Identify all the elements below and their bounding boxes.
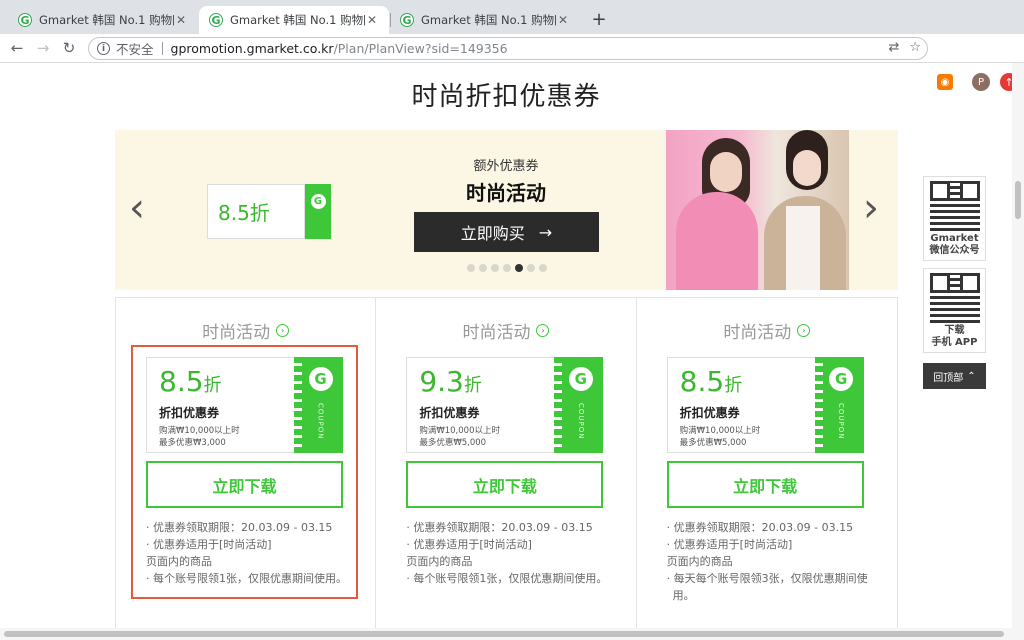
carousel-dots [467, 264, 547, 272]
gmarket-favicon-icon: G [400, 13, 414, 27]
buy-now-button[interactable]: 立即购买 → [414, 212, 599, 252]
gmarket-favicon-icon: G [18, 13, 32, 27]
gmarket-favicon-icon: G [209, 13, 223, 27]
carousel-dot[interactable] [467, 264, 475, 272]
wechat-qr-panel[interactable]: Gmarket 微信公众号 [923, 176, 986, 261]
page-title: 时尚折扣优惠券 [411, 82, 601, 112]
back-arrow-icon[interactable]: ← [6, 37, 28, 59]
qr-label: 下载 手机 APP [931, 325, 978, 348]
download-coupon-button[interactable]: 立即下载 [146, 461, 343, 508]
coupon-conditions: 购满₩10,000以上时 最多优惠₩5,000 [419, 426, 500, 448]
buy-now-label: 立即购买 [460, 224, 525, 243]
info-icon[interactable]: i [97, 42, 110, 55]
coupon-card: 8.5折 折扣优惠券 购满₩10,000以上时 最多优惠₩5,000 G COUP… [666, 357, 864, 453]
coupon-notes: · 优惠券领取期限：20.03.09 - 03.15 · 优惠券适用于[时尚活动… [406, 521, 608, 585]
chevron-right-circle-icon: › [276, 324, 290, 337]
carousel-dot[interactable] [539, 264, 547, 272]
horizontal-scroll-thumb[interactable] [4, 631, 1004, 637]
g-logo-icon: G [829, 367, 854, 391]
coupon-category-link[interactable]: 时尚活动 › [116, 318, 375, 343]
coupon-category-link[interactable]: 时尚活动 › [637, 318, 897, 343]
new-tab-icon[interactable]: + [589, 9, 609, 30]
forward-arrow-icon[interactable]: → [32, 37, 54, 59]
translate-icon[interactable]: ⇄ [888, 40, 899, 55]
browser-tab-active[interactable]: G Gmarket 韩国 No.1 购物网站, 提 ✕ [199, 6, 389, 34]
coupon-conditions: 购满₩10,000以上时 最多优惠₩3,000 [159, 426, 240, 448]
browser-tab[interactable]: G Gmarket 韩国 No.1 购物网站, 提 ✕ [8, 6, 198, 34]
back-to-top-button[interactable]: 回顶部 ⌃ [923, 363, 986, 389]
coupon-name: 折扣优惠券 [419, 406, 480, 420]
coupon-grid: 时尚活动 › 8.5折 折扣优惠券 购满₩10,000以上时 最多优惠₩3,000… [115, 297, 898, 630]
coupon-discount: 8.5折 [159, 365, 222, 398]
g-logo-icon: G [308, 367, 333, 391]
tab-close-icon[interactable]: ✕ [365, 13, 379, 27]
tab-title: Gmarket 韩国 No.1 购物网站, 提 [39, 13, 174, 27]
banner-prev-arrow-icon[interactable]: ‹ [129, 188, 145, 228]
coupon-discount: 9.3折 [419, 365, 482, 398]
coupon-category-title: 时尚活动 [462, 323, 531, 343]
back-to-top-label: 回顶部 [933, 372, 964, 384]
arrow-right-icon: → [538, 222, 553, 242]
coupon-column: 时尚活动 › 8.5折 折扣优惠券 购满₩10,000以上时 最多优惠₩3,000… [116, 298, 377, 629]
tab-close-icon[interactable]: ✕ [556, 13, 570, 27]
star-icon[interactable]: ☆ [909, 40, 921, 55]
browser-toolbar: ← → ↻ i 不安全 gpromotion.gmarket.co.kr/Pla… [0, 34, 1024, 91]
g-logo-icon: G [568, 367, 593, 391]
carousel-dot-active[interactable] [515, 264, 523, 272]
coupon-column: 时尚活动 › 9.3折 折扣优惠券 购满₩10,000以上时 最多优惠₩5,000… [376, 298, 637, 629]
qr-code-icon [929, 181, 980, 231]
security-label: 不安全 [116, 42, 154, 57]
chevron-right-circle-icon: › [797, 324, 811, 337]
banner-subtitle: 额外优惠券 [473, 159, 539, 174]
fashion-models-photo [666, 130, 849, 290]
qr-code-icon [929, 273, 980, 323]
download-coupon-button[interactable]: 立即下载 [666, 461, 864, 508]
banner-headline: 时尚活动 [466, 181, 546, 205]
coupon-card: 8.5折 折扣优惠券 购满₩10,000以上时 最多优惠₩3,000 G COUP… [146, 357, 343, 453]
tab-strip: G Gmarket 韩国 No.1 购物网站, 提 ✕ G Gmarket 韩国… [0, 0, 1024, 34]
banner-next-arrow-icon[interactable]: › [863, 188, 879, 228]
vertical-scroll-thumb[interactable] [1015, 181, 1021, 219]
vertical-scrollbar[interactable] [1012, 63, 1024, 628]
reload-icon[interactable]: ↻ [58, 37, 80, 59]
carousel-dot[interactable] [527, 264, 535, 272]
coupon-stub-text: COUPON [316, 403, 325, 440]
coupon-category-title: 时尚活动 [723, 323, 792, 343]
carousel-dot[interactable] [479, 264, 487, 272]
chevron-up-icon: ⌃ [967, 370, 976, 382]
chevron-right-circle-icon: › [536, 324, 550, 337]
banner-coupon-value: 8.5折 [207, 184, 305, 239]
coupon-category-title: 时尚活动 [202, 323, 271, 343]
tab-title: Gmarket 韩国 No.1 购物网站, 提 [230, 13, 365, 27]
tab-close-icon[interactable]: ✕ [174, 13, 188, 27]
carousel-dot[interactable] [503, 264, 511, 272]
url-separator [161, 42, 163, 55]
tab-title: Gmarket 韩国 No.1 购物网站, 提 [421, 13, 556, 27]
coupon-name: 折扣优惠券 [159, 406, 220, 420]
coupon-notes: · 优惠券领取期限：20.03.09 - 03.15 · 优惠券适用于[时尚活动… [666, 521, 868, 602]
horizontal-scrollbar[interactable] [0, 628, 1024, 640]
banner-coupon-graphic: 8.5折 G [207, 184, 331, 239]
coupon-name: 折扣优惠券 [679, 406, 740, 420]
coupon-notes: · 优惠券领取期限：20.03.09 - 03.15 · 优惠券适用于[时尚活动… [146, 521, 347, 585]
coupon-column: 时尚活动 › 8.5折 折扣优惠券 购满₩10,000以上时 最多优惠₩5,000… [637, 298, 897, 629]
address-bar[interactable]: i 不安全 gpromotion.gmarket.co.kr/Plan/Plan… [88, 37, 928, 60]
coupon-category-link[interactable]: 时尚活动 › [376, 318, 635, 343]
coupon-stub-text: COUPON [837, 403, 846, 440]
promo-banner[interactable]: ‹ › 8.5折 G 额外优惠券 时尚活动 立即购买 → [115, 130, 898, 290]
download-coupon-button[interactable]: 立即下载 [406, 461, 604, 508]
coupon-stub-text: COUPON [576, 403, 585, 440]
carousel-dot[interactable] [491, 264, 499, 272]
app-qr-panel[interactable]: 下载 手机 APP [923, 268, 986, 353]
coupon-card: 9.3折 折扣优惠券 购满₩10,000以上时 最多优惠₩5,000 G COUP… [406, 357, 604, 453]
g-logo-icon: G [310, 194, 326, 209]
url-host: gpromotion.gmarket.co.kr [170, 41, 334, 56]
banner-coupon-stub: G [305, 184, 331, 239]
url-path: /Plan/PlanView?sid=149356 [333, 41, 508, 56]
browser-tab[interactable]: G Gmarket 韩国 No.1 购物网站, 提 ✕ [390, 6, 580, 34]
qr-label: Gmarket 微信公众号 [929, 233, 980, 256]
coupon-discount: 8.5折 [679, 365, 743, 398]
coupon-conditions: 购满₩10,000以上时 最多优惠₩5,000 [679, 426, 761, 448]
